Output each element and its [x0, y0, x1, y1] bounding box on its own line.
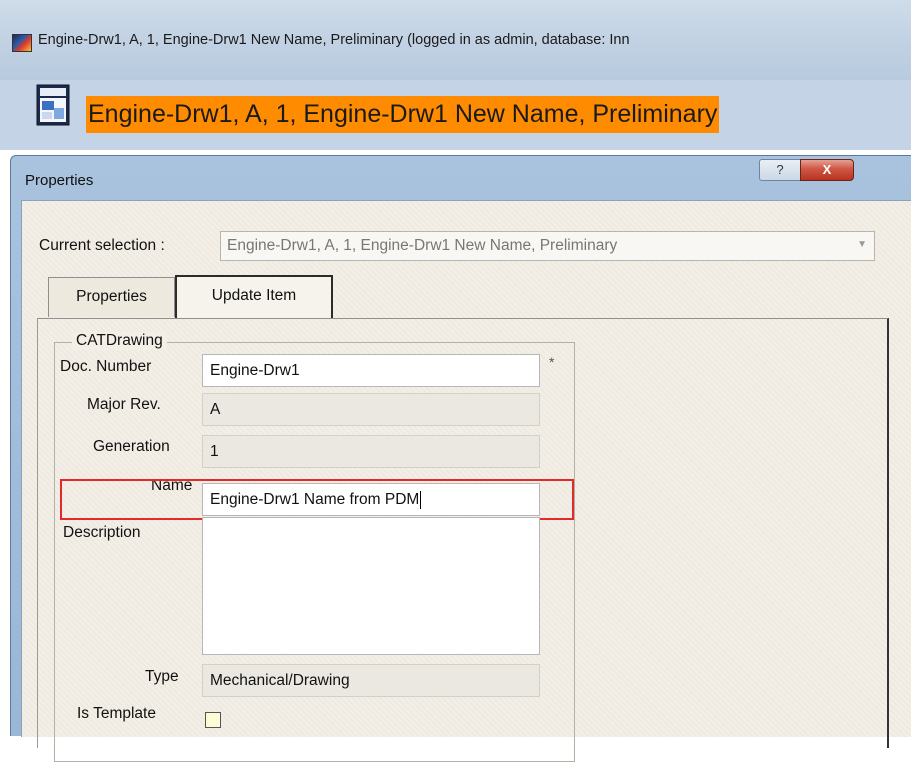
close-icon: X	[822, 162, 832, 177]
type-label: Type	[145, 668, 179, 685]
name-field[interactable]: Engine-Drw1 Name from PDM	[202, 483, 540, 516]
name-label: Name	[151, 477, 193, 494]
group-title: CATDrawing	[72, 332, 167, 350]
catia-app-icon	[12, 34, 32, 52]
tab-update-item[interactable]: Update Item	[175, 275, 333, 318]
drawing-header: Engine-Drw1, A, 1, Engine-Drw1 New Name,…	[0, 80, 911, 150]
drawing-document-icon	[36, 84, 70, 126]
required-marker: *	[549, 354, 555, 370]
doc-number-field[interactable]: Engine-Drw1	[202, 354, 540, 387]
current-selection-label: Current selection :	[39, 237, 165, 254]
major-rev-label: Major Rev.	[87, 396, 161, 413]
is-template-checkbox[interactable]	[205, 712, 221, 728]
text-caret	[420, 490, 422, 509]
description-label: Description	[63, 524, 141, 541]
name-field-value: Engine-Drw1 Name from PDM	[210, 491, 420, 508]
document-title: Engine-Drw1, A, 1, Engine-Drw1 New Name,…	[86, 96, 720, 133]
major-rev-field: A	[202, 393, 540, 426]
dropdown-arrow-icon[interactable]: ▼	[857, 239, 867, 250]
is-template-label: Is Template	[77, 705, 156, 722]
description-field[interactable]	[202, 517, 540, 655]
app-window-title: Engine-Drw1, A, 1, Engine-Drw1 New Name,…	[38, 32, 630, 48]
doc-number-label: Doc. Number	[60, 358, 152, 375]
properties-dialog: Properties ? X Current selection : Engin…	[10, 155, 911, 762]
generation-field: 1	[202, 435, 540, 468]
update-item-panel: CATDrawing Doc. Number Engine-Drw1 * Maj…	[37, 318, 889, 762]
dialog-body: Current selection : Engine-Drw1, A, 1, E…	[21, 200, 911, 762]
tab-properties[interactable]: Properties	[48, 277, 175, 317]
close-button[interactable]: X	[800, 159, 854, 181]
help-icon: ?	[776, 162, 784, 177]
current-selection-dropdown[interactable]: Engine-Drw1, A, 1, Engine-Drw1 New Name,…	[220, 231, 875, 261]
type-field: Mechanical/Drawing	[202, 664, 540, 697]
current-selection-value: Engine-Drw1, A, 1, Engine-Drw1 New Name,…	[227, 237, 618, 254]
help-button[interactable]: ?	[759, 159, 801, 181]
dialog-title: Properties	[25, 172, 94, 189]
catdrawing-group: CATDrawing Doc. Number Engine-Drw1 * Maj…	[54, 332, 575, 762]
app-title-bar: Engine-Drw1, A, 1, Engine-Drw1 New Name,…	[0, 0, 911, 81]
generation-label: Generation	[93, 438, 170, 455]
